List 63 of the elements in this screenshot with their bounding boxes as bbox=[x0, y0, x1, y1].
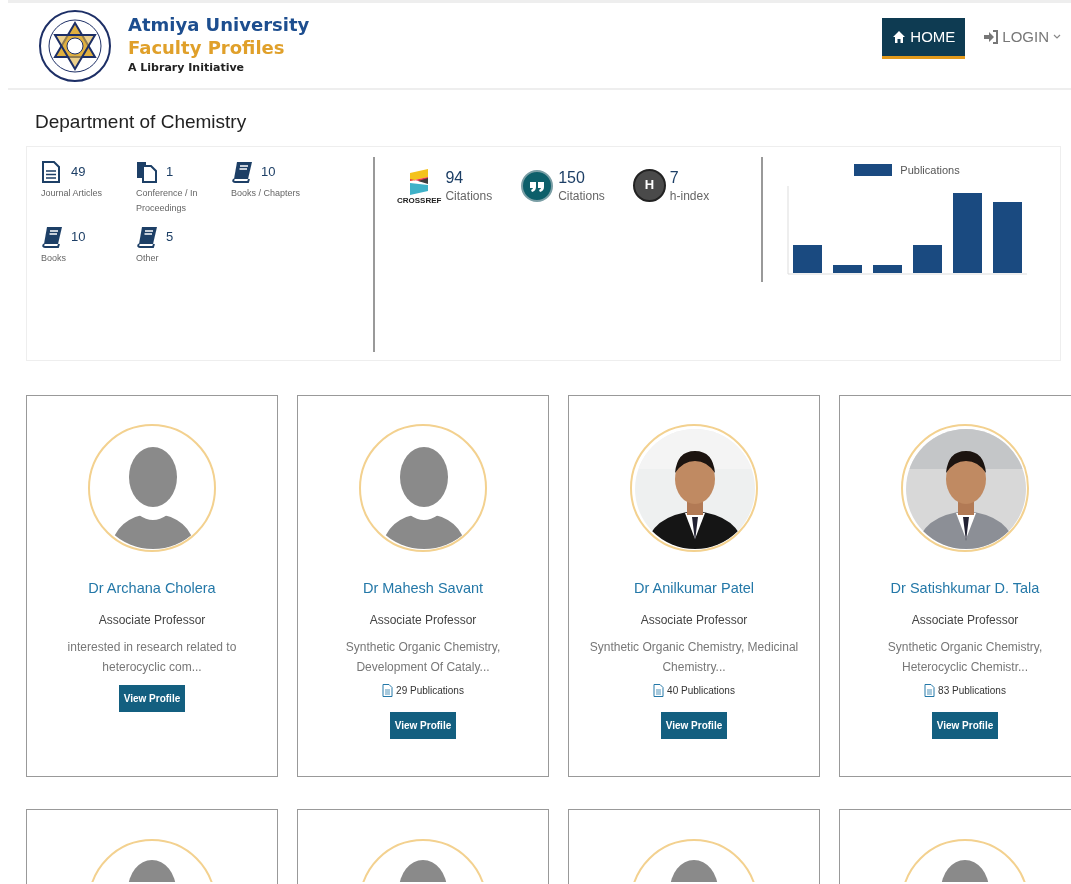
stat-label: h-index bbox=[669, 187, 710, 205]
site-subtitle: Faculty Profiles bbox=[128, 36, 286, 61]
research-interests: Synthetic Organic Chemistry, Medicinal Chemistry... bbox=[588, 639, 800, 677]
publication-count: 40 Publications bbox=[667, 684, 735, 699]
stat-value: 10 bbox=[71, 227, 86, 246]
stat-label: Citations bbox=[558, 187, 605, 205]
stat-label: Books bbox=[41, 251, 67, 265]
logo-text: CROSSREF bbox=[397, 194, 442, 207]
research-interests: interested in research related to heterocyclic com... bbox=[66, 639, 238, 677]
research-interests: Synthetic Organic Chemistry, Development Of Cataly... bbox=[344, 639, 502, 677]
book-icon bbox=[41, 225, 63, 248]
stat-label: Citations bbox=[445, 187, 493, 205]
site-title: Atmiya University bbox=[128, 14, 310, 37]
view-profile-button[interactable]: View Profile bbox=[389, 712, 457, 740]
legend-swatch bbox=[854, 163, 893, 176]
stat-label: Other bbox=[136, 251, 160, 265]
stat-value: 49 bbox=[71, 162, 86, 181]
stat-value: 5 bbox=[166, 227, 174, 246]
publication-count: 83 Publications bbox=[938, 684, 1006, 699]
stat-value: 94 bbox=[445, 168, 465, 187]
book-icon bbox=[231, 160, 253, 183]
stat-value: 1 bbox=[166, 162, 174, 181]
site-tagline: A Library Initiative bbox=[128, 60, 246, 77]
document-icon bbox=[382, 684, 394, 698]
quote-icon bbox=[520, 168, 555, 203]
login-icon bbox=[983, 30, 999, 44]
copy-icon bbox=[136, 160, 158, 183]
chart-bar bbox=[913, 245, 942, 273]
stat-label: Journal Articles bbox=[41, 186, 104, 200]
stat-value: 150 bbox=[558, 168, 586, 187]
stat-label: Conference / In Proceedings bbox=[136, 186, 199, 215]
view-profile-button[interactable]: View Profile bbox=[931, 712, 999, 740]
stat-value: 10 bbox=[261, 162, 276, 181]
chart-bar bbox=[993, 202, 1022, 273]
document-icon bbox=[653, 684, 665, 698]
chart-bar bbox=[833, 265, 862, 273]
chart-bar bbox=[793, 245, 822, 273]
publication-count: 29 Publications bbox=[396, 684, 464, 699]
view-profile-button[interactable]: View Profile bbox=[660, 712, 728, 740]
faculty-designation: Associate Professor bbox=[639, 612, 749, 630]
view-profile-button[interactable]: View Profile bbox=[118, 685, 186, 713]
book-icon bbox=[136, 225, 158, 248]
faculty-name[interactable]: Dr Archana Cholera bbox=[27, 577, 277, 600]
faculty-designation: Associate Professor bbox=[910, 612, 1020, 630]
department-title: Department of Chemistry bbox=[35, 110, 248, 134]
stat-label: Books / Chapters bbox=[231, 186, 301, 200]
document-icon bbox=[41, 160, 63, 183]
faculty-designation: Associate Professor bbox=[368, 612, 478, 630]
crossref-logo-icon bbox=[408, 168, 431, 195]
nav-tab[interactable]: LOGIN bbox=[973, 17, 1071, 60]
legend-label: Publications bbox=[900, 162, 960, 178]
chart-bar bbox=[873, 265, 902, 273]
home-icon bbox=[892, 30, 907, 44]
research-interests: Synthetic Organic Chemistry, Heterocyclic Chemistr... bbox=[886, 639, 1044, 677]
document-icon bbox=[924, 684, 936, 698]
nav-tab[interactable]: HOME bbox=[882, 17, 966, 60]
h-index-badge: H bbox=[632, 168, 666, 202]
stat-value: 7 bbox=[669, 168, 680, 187]
faculty-name[interactable]: Dr Mahesh Savant bbox=[298, 577, 548, 600]
faculty-name[interactable]: Dr Anilkumar Patel bbox=[569, 577, 819, 600]
faculty-designation: Associate Professor bbox=[97, 612, 207, 630]
university-seal-icon bbox=[38, 8, 112, 83]
faculty-name[interactable]: Dr Satishkumar D. Tala bbox=[840, 577, 1071, 600]
